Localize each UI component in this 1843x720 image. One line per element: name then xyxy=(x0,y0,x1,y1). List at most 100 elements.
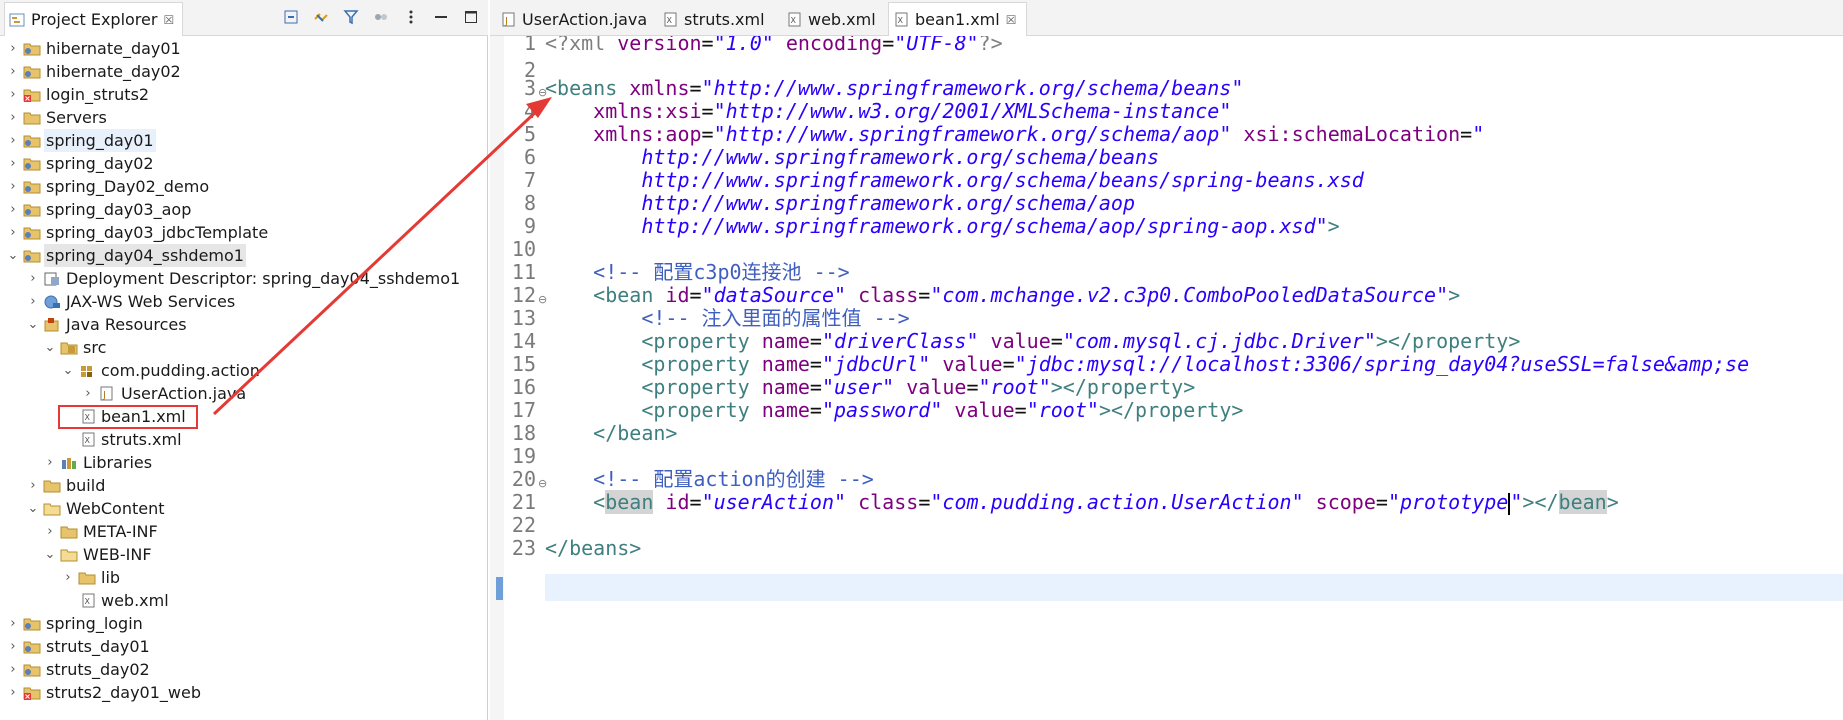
close-icon[interactable]: ☒ xyxy=(163,13,174,27)
project-icon xyxy=(23,135,41,148)
tree-item-label: UserAction.java xyxy=(121,384,247,403)
twistie-icon[interactable]: › xyxy=(7,612,19,635)
chevron-down-icon[interactable]: ⌄ xyxy=(44,336,56,359)
tree-item-package[interactable]: ⌄ com.pudding.action xyxy=(0,359,487,382)
tree-item-login-struts2[interactable]: › login_struts2 xyxy=(0,83,487,106)
tree-item-java-resources[interactable]: ⌄ Java Resources xyxy=(0,313,487,336)
project-explorer-icon xyxy=(9,13,25,26)
tree-item-label: web.xml xyxy=(101,591,169,610)
code-token: "driverClass" xyxy=(821,329,979,353)
tree-item-spring-login[interactable]: › spring_login xyxy=(0,612,487,635)
tab-label: UserAction.java xyxy=(522,9,648,29)
tab-web-xml[interactable]: X web.xml xyxy=(782,2,886,36)
tree-item-meta-inf[interactable]: › META-INF xyxy=(0,520,487,543)
twistie-icon[interactable]: › xyxy=(82,382,94,405)
twistie-icon[interactable]: › xyxy=(44,520,56,543)
tree-item-lib[interactable]: › lib xyxy=(0,566,487,589)
tree-item-struts-xml[interactable]: X struts.xml xyxy=(0,428,487,451)
code-token: "prototype xyxy=(1387,490,1509,514)
twistie-icon[interactable]: › xyxy=(27,290,39,313)
tree-item-spring-day01[interactable]: › spring_day01 xyxy=(0,129,487,152)
tree-item-spring-day02[interactable]: › spring_day02 xyxy=(0,152,487,175)
twistie-icon[interactable]: › xyxy=(27,474,39,497)
web-services-icon xyxy=(44,295,60,309)
tab-bean1-xml[interactable]: X bean1.xml ☒ xyxy=(888,2,1028,36)
twistie-icon[interactable]: › xyxy=(7,175,19,198)
code-token: value xyxy=(978,329,1051,353)
code-token: "UTF-8" xyxy=(894,36,979,55)
twistie-icon[interactable]: › xyxy=(7,635,19,658)
twistie-icon[interactable]: › xyxy=(7,221,19,244)
tree-item-struts-day01[interactable]: › struts_day01 xyxy=(0,635,487,658)
code-token: "jdbcUrl" xyxy=(821,352,931,376)
maximize-icon[interactable] xyxy=(462,8,480,26)
tree-item-libraries[interactable]: › Libraries xyxy=(0,451,487,474)
chevron-down-icon[interactable]: ⌄ xyxy=(27,497,39,520)
tree-item-deployment-descriptor[interactable]: › Deployment Descriptor: spring_day04_ss… xyxy=(0,267,487,290)
tab-struts-xml[interactable]: X struts.xml xyxy=(658,2,775,36)
tree-item-hibernate-day01[interactable]: › hibernate_day01 xyxy=(0,37,487,60)
code-token: = xyxy=(689,76,702,100)
code-token: "user" xyxy=(821,375,895,399)
tree-item-spring-day03-aop[interactable]: › spring_day03_aop xyxy=(0,198,487,221)
code-token: version xyxy=(617,36,702,55)
project-icon xyxy=(23,664,41,677)
twistie-icon[interactable]: › xyxy=(7,681,19,704)
close-icon[interactable]: ☒ xyxy=(1006,13,1017,27)
tree-item-useraction-java[interactable]: › J UserAction.java xyxy=(0,382,487,405)
twistie-icon[interactable]: › xyxy=(7,152,19,175)
project-explorer-tab[interactable]: Project Explorer ☒ xyxy=(4,2,184,36)
twistie-icon[interactable]: › xyxy=(7,60,19,83)
tree-item-jax-ws[interactable]: › JAX-WS Web Services xyxy=(0,290,487,313)
focus-icon[interactable] xyxy=(372,8,390,26)
chevron-down-icon[interactable]: ⌄ xyxy=(27,313,39,336)
chevron-down-icon[interactable]: ⌄ xyxy=(7,244,19,267)
link-editor-icon[interactable] xyxy=(312,8,330,26)
twistie-icon[interactable]: › xyxy=(7,198,19,221)
twistie-icon[interactable]: › xyxy=(7,106,19,129)
code-token: = xyxy=(918,283,931,307)
filter-icon[interactable] xyxy=(342,8,360,26)
twistie-icon[interactable]: › xyxy=(7,83,19,106)
chevron-down-icon[interactable]: ⌄ xyxy=(44,543,56,566)
twistie-icon[interactable]: › xyxy=(27,267,39,290)
tree-item-label: spring_day03_aop xyxy=(46,200,192,219)
collapse-all-icon[interactable] xyxy=(282,8,300,26)
tree-item-struts2-day01-web[interactable]: › struts2_day01_web xyxy=(0,681,487,704)
twistie-icon[interactable]: › xyxy=(62,566,74,589)
code-token: "dataSource" xyxy=(701,283,847,307)
twistie-icon[interactable]: › xyxy=(7,658,19,681)
code-token: "com.pudding.action.UserAction" xyxy=(930,490,1304,514)
line-number xyxy=(490,558,536,585)
folder-icon xyxy=(78,572,96,585)
tree-item-spring-day04-sshdemo1[interactable]: ⌄ spring_day04_sshdemo1 xyxy=(0,244,487,267)
tree-item-struts-day02[interactable]: › struts_day02 xyxy=(0,658,487,681)
error-project-icon xyxy=(23,687,41,700)
tab-useraction-java[interactable]: J UserAction.java xyxy=(496,2,657,36)
tree-item-build[interactable]: › build xyxy=(0,474,487,497)
tree-item-spring-day03-jdbctemplate[interactable]: › spring_day03_jdbcTemplate xyxy=(0,221,487,244)
tree-item-web-inf[interactable]: ⌄ WEB-INF xyxy=(0,543,487,566)
tree-item-spring-day02-demo[interactable]: › spring_Day02_demo xyxy=(0,175,487,198)
tree-item-label: Deployment Descriptor: spring_day04_sshd… xyxy=(66,269,461,288)
code-token: = xyxy=(918,490,931,514)
code-line-21: <bean id="userAction" class="com.pudding… xyxy=(545,489,1619,516)
minimize-icon[interactable] xyxy=(432,8,450,26)
svg-text:X: X xyxy=(85,436,91,445)
xml-editor[interactable]: 1 2 3 4 5 6 7 8 9 10 11 12 13 14 15 16 1… xyxy=(490,36,1843,720)
source-folder-icon xyxy=(60,342,78,355)
code-token: ></property> xyxy=(1050,375,1196,399)
view-menu-icon[interactable] xyxy=(402,8,420,26)
tree-item-hibernate-day02[interactable]: › hibernate_day02 xyxy=(0,60,487,83)
tree-item-label: spring_day03_jdbcTemplate xyxy=(46,223,269,242)
twistie-icon[interactable]: › xyxy=(44,451,56,474)
twistie-icon[interactable]: › xyxy=(7,129,19,152)
tree-item-webcontent[interactable]: ⌄ WebContent xyxy=(0,497,487,520)
tree-item-web-xml[interactable]: X web.xml xyxy=(0,589,487,612)
code-token: xmlns:xsi xyxy=(545,99,702,123)
tree-item-src[interactable]: ⌄ src xyxy=(0,336,487,359)
tree-item-bean1-xml[interactable]: X bean1.xml xyxy=(0,405,487,428)
tree-item-servers[interactable]: › Servers xyxy=(0,106,487,129)
twistie-icon[interactable]: › xyxy=(7,37,19,60)
chevron-down-icon[interactable]: ⌄ xyxy=(62,359,74,382)
